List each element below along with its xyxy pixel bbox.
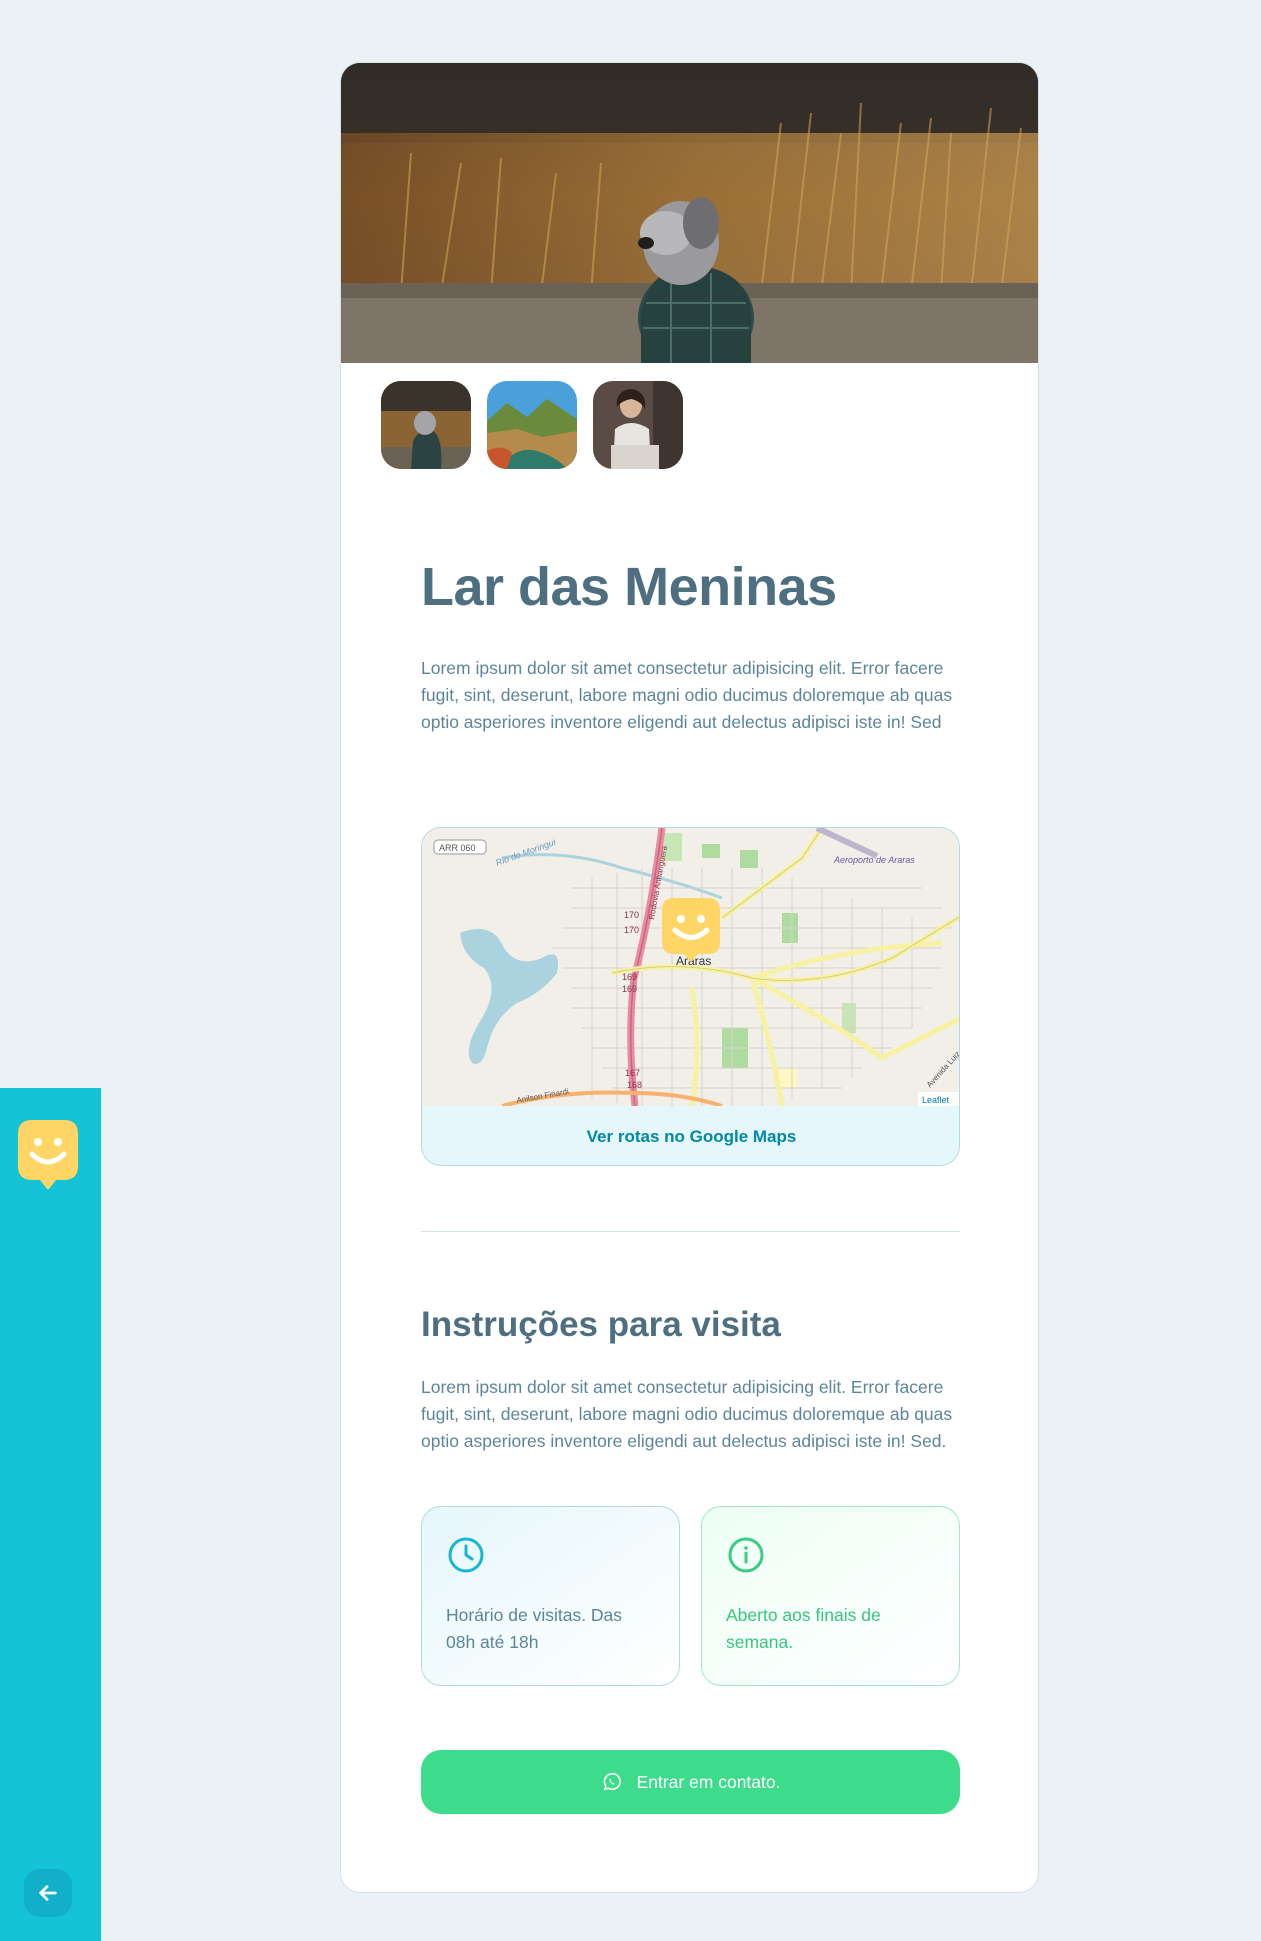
whatsapp-icon — [603, 1772, 621, 1791]
map-label-km-169a: 169 — [622, 972, 637, 982]
orphanage-about: Lorem ipsum dolor sit amet consectetur a… — [421, 658, 953, 732]
info-icon — [728, 1537, 764, 1573]
open-weekends-text: Aberto aos finais de semana. — [726, 1605, 881, 1652]
map-container: ARR 060 Rio do Moringui Rodovia Anhangue… — [421, 827, 960, 1166]
thumbnail-woman[interactable] — [593, 381, 683, 469]
map[interactable]: ARR 060 Rio do Moringui Rodovia Anhangue… — [422, 828, 959, 1108]
visiting-hours-card: Horário de visitas. Das 08h até 18h — [421, 1506, 680, 1686]
map-label-km-167: 167 — [625, 1068, 640, 1078]
visiting-hours-text: Horário de visitas. Das 08h até 18h — [446, 1605, 623, 1652]
happy-face-pin-icon[interactable] — [18, 1120, 78, 1190]
open-weekends-card: Aberto aos finais de semana. — [701, 1506, 960, 1686]
contact-button[interactable]: Entrar em contato. — [421, 1750, 960, 1814]
clock-icon — [448, 1537, 484, 1573]
contact-button-label: Entrar em contato. — [636, 1771, 781, 1792]
photo-thumbnails — [381, 381, 683, 469]
map-attribution: Leaflet — [922, 1095, 950, 1105]
back-button[interactable] — [24, 1869, 72, 1917]
instructions-title: Instruções para visita — [421, 1305, 781, 1344]
sidebar — [0, 1088, 101, 1941]
map-label-km-168: 168 — [627, 1080, 642, 1090]
map-label-km-169b: 169 — [622, 984, 637, 994]
thumbnail-dog[interactable] — [381, 381, 471, 469]
map-label-road-code: ARR 060 — [439, 843, 476, 853]
thumbnail-river[interactable] — [487, 381, 577, 469]
main-photo — [341, 63, 1038, 370]
map-label-km-170b: 170 — [624, 925, 639, 935]
section-divider — [421, 1231, 960, 1232]
instructions-text: Lorem ipsum dolor sit amet consectetur a… — [421, 1377, 953, 1451]
orphanage-details-card: Lar das Meninas Lorem ipsum dolor sit am… — [340, 62, 1039, 1893]
arrow-left-icon — [39, 1885, 57, 1901]
orphanage-name: Lar das Meninas — [421, 557, 837, 617]
google-maps-route-link[interactable]: Ver rotas no Google Maps — [422, 1106, 959, 1165]
map-label-km-170a: 170 — [624, 910, 639, 920]
map-label-airport: Aeroporto de Araras — [833, 855, 915, 865]
happy-face-pin-icon[interactable] — [662, 898, 720, 962]
